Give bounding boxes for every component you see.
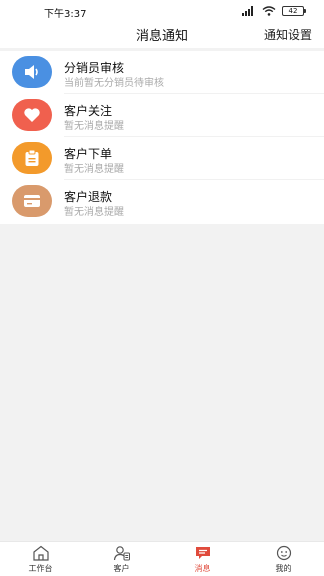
status-icons: 42 [242, 5, 306, 17]
heart-icon [12, 99, 52, 131]
tab-label: 客户 [113, 564, 130, 573]
notification-settings-button[interactable]: 通知设置 [264, 26, 312, 43]
tab-workbench[interactable]: 工作台 [0, 542, 81, 576]
notification-subtitle: 暂无消息提醒 [64, 164, 124, 175]
customer-icon [113, 546, 130, 561]
home-icon [32, 545, 49, 561]
status-bar: 下午3:37 42 [0, 0, 324, 22]
notification-subtitle: 当前暂无分销员待审核 [64, 78, 164, 89]
card-icon [12, 185, 52, 217]
signal-icon [242, 6, 253, 16]
speaker-icon [12, 56, 52, 88]
tab-messages[interactable]: 消息 [162, 542, 243, 576]
tab-label: 工作台 [28, 564, 53, 573]
notification-item-customer-refund[interactable]: 客户退款 暂无消息提醒 [0, 180, 324, 223]
notification-subtitle: 暂无消息提醒 [64, 121, 124, 132]
wifi-icon [262, 6, 276, 16]
status-time: 下午3:37 [44, 9, 87, 20]
message-icon [195, 547, 210, 559]
notification-subtitle: 暂无消息提醒 [64, 207, 124, 218]
notification-list: 分销员审核 当前暂无分销员待审核 客户关注 暂无消息提醒 客户下单 暂无消息提醒 [0, 51, 324, 224]
clipboard-icon [12, 142, 52, 174]
profile-icon [276, 545, 291, 561]
header: 消息通知 通知设置 [0, 22, 324, 48]
bottom-tab-bar: 工作台 客户 消息 我的 [0, 541, 324, 576]
tab-customer[interactable]: 客户 [81, 542, 162, 576]
notification-item-customer-follow[interactable]: 客户关注 暂无消息提醒 [0, 94, 324, 137]
tab-profile[interactable]: 我的 [243, 542, 324, 576]
notification-item-distributor-review[interactable]: 分销员审核 当前暂无分销员待审核 [0, 51, 324, 94]
notification-item-customer-order[interactable]: 客户下单 暂无消息提醒 [0, 137, 324, 180]
battery-level: 42 [288, 7, 298, 15]
battery-icon: 42 [282, 6, 306, 16]
tab-label: 消息 [194, 564, 211, 573]
tab-label: 我的 [275, 564, 292, 573]
